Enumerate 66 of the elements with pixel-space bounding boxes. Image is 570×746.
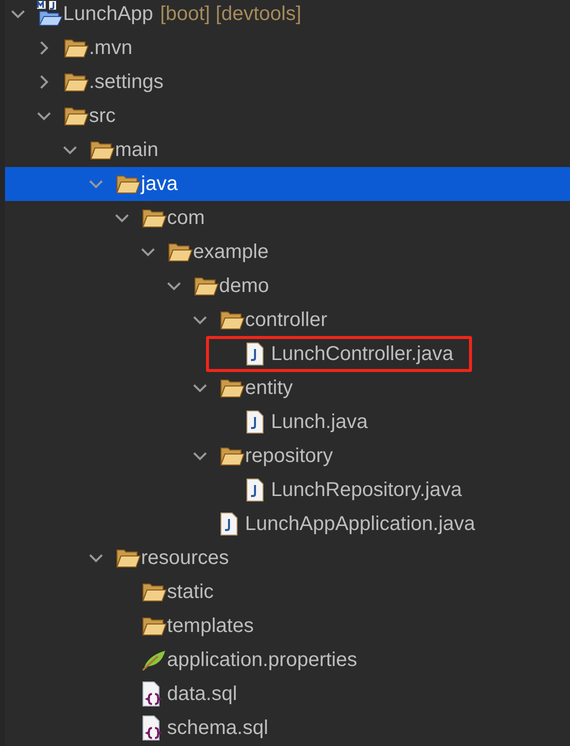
tree-row[interactable]: LunchAppApplication.java bbox=[5, 507, 570, 541]
folder-icon bbox=[115, 173, 141, 195]
java-file-icon bbox=[219, 512, 239, 536]
java-file-icon bbox=[245, 478, 265, 502]
folder-icon bbox=[63, 71, 89, 93]
project-decoration: [boot] [devtools] bbox=[160, 2, 302, 27]
folder-icon bbox=[219, 309, 245, 331]
item-label: data.sql bbox=[167, 682, 238, 706]
folder-icon bbox=[193, 275, 219, 297]
item-label: Lunch.java bbox=[271, 410, 368, 434]
item-label: schema.sql bbox=[167, 716, 268, 740]
java-file-icon bbox=[245, 342, 265, 366]
item-label: .settings bbox=[89, 70, 164, 94]
item-label: java bbox=[141, 172, 178, 196]
item-label: templates bbox=[167, 614, 254, 638]
tree-row[interactable]: application.properties bbox=[5, 643, 570, 677]
tree-row[interactable]: example bbox=[5, 235, 570, 269]
item-label: resources bbox=[141, 546, 229, 570]
sql-file-icon bbox=[141, 715, 163, 741]
tree-row[interactable]: src bbox=[5, 99, 570, 133]
tree-row[interactable]: LunchApp [boot] [devtools] bbox=[5, 0, 570, 31]
item-label: demo bbox=[219, 274, 270, 298]
item-label: application.properties bbox=[167, 648, 358, 672]
item-label: LunchController.java bbox=[271, 342, 454, 366]
folder-icon bbox=[63, 37, 89, 59]
item-label: com bbox=[167, 206, 205, 230]
leaf-icon bbox=[141, 648, 167, 672]
tree-row[interactable]: LunchRepository.java bbox=[5, 473, 570, 507]
tree-row[interactable]: schema.sql bbox=[5, 711, 570, 745]
tree-row[interactable]: resources bbox=[5, 541, 570, 575]
folder-icon bbox=[167, 241, 193, 263]
item-label: src bbox=[89, 104, 116, 128]
tree-row[interactable]: LunchController.java bbox=[5, 337, 570, 371]
item-label: LunchAppApplication.java bbox=[245, 512, 476, 536]
folder-icon bbox=[141, 581, 167, 603]
item-label: main bbox=[115, 138, 158, 162]
tree-row[interactable]: entity bbox=[5, 371, 570, 405]
item-label: repository bbox=[245, 444, 333, 468]
tree-row[interactable]: data.sql bbox=[5, 677, 570, 711]
tree-row[interactable]: main bbox=[5, 133, 570, 167]
tree-row[interactable]: demo bbox=[5, 269, 570, 303]
item-label: LunchRepository.java bbox=[271, 478, 462, 502]
folder-icon bbox=[219, 377, 245, 399]
folder-icon bbox=[219, 445, 245, 467]
tree-row[interactable]: static bbox=[5, 575, 570, 609]
tree-row[interactable]: .mvn bbox=[5, 31, 570, 65]
item-label: example bbox=[193, 240, 269, 264]
item-label: LunchApp bbox=[63, 2, 154, 26]
folder-icon bbox=[89, 139, 115, 161]
item-label: static bbox=[167, 580, 214, 604]
item-label: .mvn bbox=[89, 36, 132, 60]
tree-row[interactable]: .settings bbox=[5, 65, 570, 99]
tree-row[interactable]: com bbox=[5, 201, 570, 235]
folder-icon bbox=[141, 207, 167, 229]
folder-icon bbox=[141, 615, 167, 637]
tree-row[interactable]: controller bbox=[5, 303, 570, 337]
tree-row[interactable]: java bbox=[5, 167, 570, 201]
item-label: entity bbox=[245, 376, 293, 400]
folder-icon bbox=[115, 547, 141, 569]
tree-row[interactable]: templates bbox=[5, 609, 570, 643]
item-label: controller bbox=[245, 308, 328, 332]
java-file-icon bbox=[245, 410, 265, 434]
tree-row[interactable]: Lunch.java bbox=[5, 405, 570, 439]
sql-file-icon bbox=[141, 681, 163, 707]
tree-row[interactable]: repository bbox=[5, 439, 570, 473]
folder-icon bbox=[63, 105, 89, 127]
